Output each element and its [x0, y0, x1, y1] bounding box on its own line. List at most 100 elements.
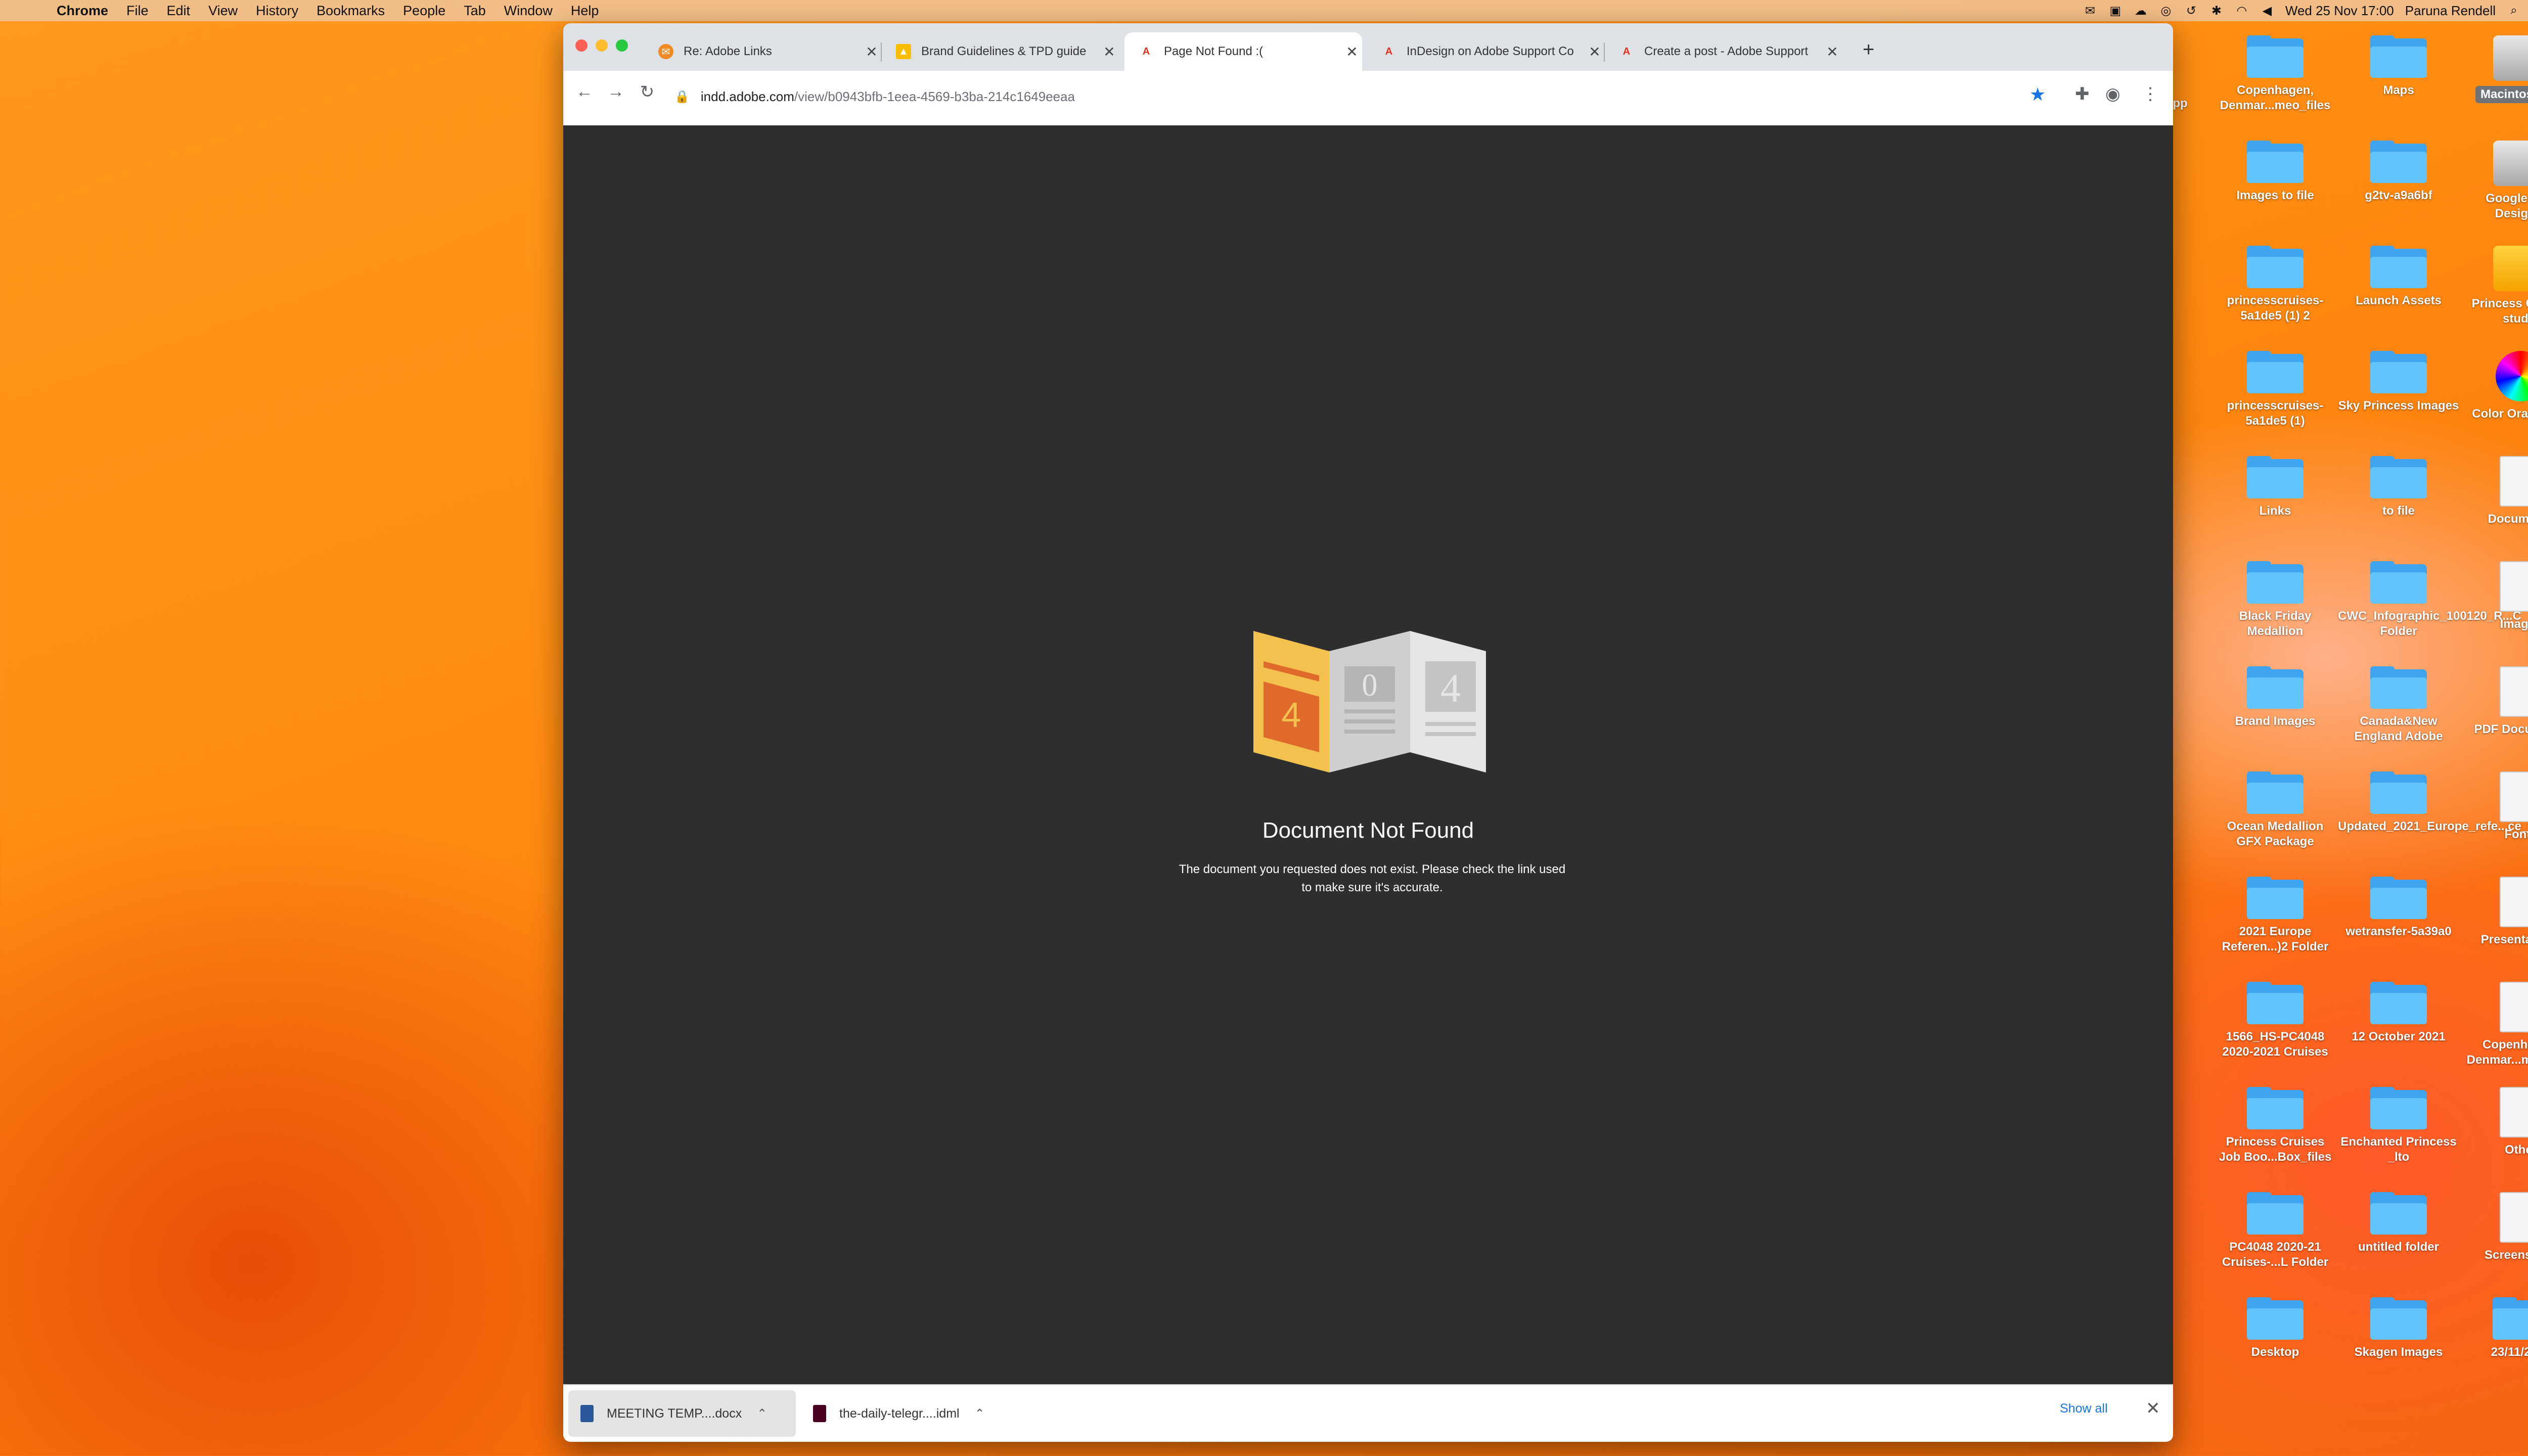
- fullscreen-window-button[interactable]: [616, 39, 628, 52]
- tab-re-adobe-links[interactable]: ✉ Re: Adobe Links ✕: [644, 32, 882, 71]
- minimize-window-button[interactable]: [596, 39, 608, 52]
- bookmark-star-icon[interactable]: ★: [2029, 84, 2046, 105]
- desktop-item[interactable]: Images: [2460, 561, 2528, 632]
- desktop-item[interactable]: Other: [2460, 1087, 2528, 1158]
- desktop-item[interactable]: 23/11/2020: [2460, 1297, 2528, 1360]
- document-icon: [2500, 877, 2528, 927]
- timemachine-icon[interactable]: ↺: [2184, 4, 2198, 18]
- back-arrow-icon[interactable]: ←: [572, 82, 597, 102]
- desktop-item[interactable]: Canada&New England Adobe: [2338, 666, 2459, 744]
- creative-cloud-icon[interactable]: ◎: [2159, 4, 2173, 18]
- user-name[interactable]: Paruna Rendell: [2405, 3, 2496, 19]
- reload-icon[interactable]: ↻: [635, 82, 659, 102]
- desktop-item-label: Black Friday Medallion: [2239, 609, 2312, 638]
- desktop-item[interactable]: Macintosh HD: [2460, 35, 2528, 103]
- folder-icon: [2247, 561, 2304, 604]
- menu-history[interactable]: History: [256, 3, 298, 19]
- tab-close-icon[interactable]: ✕: [1342, 43, 1362, 60]
- menu-tab[interactable]: Tab: [464, 3, 486, 19]
- desktop-item[interactable]: Maps: [2338, 35, 2459, 98]
- volume-icon[interactable]: ◀: [2260, 4, 2274, 18]
- desktop-item[interactable]: Links: [2215, 456, 2336, 519]
- address-bar[interactable]: 🔒 indd.adobe.com/view/b0943bfb-1eea-4569…: [674, 81, 1999, 112]
- menu-help[interactable]: Help: [571, 3, 599, 19]
- desktop-item-label: Ocean Medallion GFX Package: [2227, 820, 2324, 848]
- desktop-item[interactable]: g2tv-a9a6bf: [2338, 141, 2459, 203]
- chevron-up-icon[interactable]: ⌃: [757, 1406, 767, 1421]
- desktop-item[interactable]: Images to file: [2215, 141, 2336, 203]
- close-icon[interactable]: ✕: [2146, 1398, 2160, 1419]
- bluetooth-icon[interactable]: ✱: [2209, 4, 2224, 18]
- desktop-item-label: Images: [2500, 617, 2528, 631]
- drive-icon: [2493, 246, 2528, 291]
- menu-bookmarks[interactable]: Bookmarks: [317, 3, 385, 19]
- spotlight-icon[interactable]: ⌕: [2507, 4, 2521, 18]
- illustration-digit-1: 4: [1282, 695, 1301, 735]
- more-menu-icon[interactable]: ⋮: [2142, 84, 2159, 104]
- desktop-item[interactable]: PDF Documents: [2460, 666, 2528, 737]
- desktop-item[interactable]: Sky Princess Images: [2338, 351, 2459, 414]
- tab-close-icon[interactable]: ✕: [1822, 43, 1842, 60]
- desktop-item[interactable]: Updated_2021_Europe_refe...ce_flyer: [2338, 771, 2528, 834]
- desktop-item[interactable]: Launch Assets: [2338, 246, 2459, 308]
- new-tab-button[interactable]: +: [1863, 38, 1874, 61]
- menu-people[interactable]: People: [403, 3, 445, 19]
- desktop-item[interactable]: Documents: [2460, 456, 2528, 527]
- folder-icon: [2247, 666, 2304, 709]
- desktop-item[interactable]: Brand Images: [2215, 666, 2336, 729]
- desktop-item[interactable]: CWC_Infographic_100120_R...C Folder: [2338, 561, 2521, 639]
- download-item-daily-telegraph[interactable]: the-daily-telegr....idml ⌃: [801, 1390, 1023, 1437]
- folder-icon: [2370, 351, 2427, 393]
- desktop-item[interactable]: 2021 Europe Referen...)2 Folder: [2215, 877, 2336, 954]
- desktop-item[interactable]: Screenshots: [2460, 1192, 2528, 1263]
- desktop-item[interactable]: princesscruises-5a1de5 (1): [2215, 351, 2336, 429]
- lock-icon[interactable]: 🔒: [674, 89, 690, 104]
- desktop-item[interactable]: Enchanted Princess _lto: [2338, 1087, 2459, 1165]
- desktop-item[interactable]: Copenhagen, Denmar...meo_files: [2215, 35, 2336, 113]
- tab-page-not-found[interactable]: A Page Not Found :( ✕: [1124, 32, 1362, 71]
- download-item-meeting-template[interactable]: MEETING TEMP....docx ⌃: [568, 1390, 796, 1437]
- forward-arrow-icon[interactable]: →: [604, 82, 628, 102]
- desktop-item[interactable]: 12 October 2021: [2338, 982, 2459, 1044]
- desktop-item[interactable]: Presentations: [2460, 877, 2528, 947]
- tab-indesign-support[interactable]: A InDesign on Adobe Support Co ✕: [1367, 32, 1605, 71]
- menu-file[interactable]: File: [126, 3, 149, 19]
- desktop-item[interactable]: Google Web Designer: [2460, 141, 2528, 221]
- tab-close-icon[interactable]: ✕: [1585, 43, 1605, 60]
- extensions-puzzle-icon[interactable]: ✚: [2075, 84, 2090, 104]
- desktop-item[interactable]: Color Oracle.app: [2460, 351, 2528, 422]
- tab-close-icon[interactable]: ✕: [1099, 43, 1119, 60]
- desktop-item[interactable]: Princess Cruises studio: [2460, 246, 2528, 327]
- desktop-item[interactable]: Skagen Images: [2338, 1297, 2459, 1360]
- clock[interactable]: Wed 25 Nov 17:00: [2285, 3, 2394, 19]
- desktop-item[interactable]: Princess Cruises Job Boo...Box_files: [2215, 1087, 2336, 1165]
- desktop-item[interactable]: Fonts: [2460, 771, 2528, 842]
- menu-edit[interactable]: Edit: [167, 3, 191, 19]
- desktop-item[interactable]: Copenhagen, Denmar...meo.html: [2460, 982, 2528, 1068]
- folder-icon: [2247, 877, 2304, 919]
- desktop-item[interactable]: wetransfer-5a39a0: [2338, 877, 2459, 939]
- desktop-item[interactable]: untitled folder: [2338, 1192, 2459, 1255]
- tab-brand-guidelines[interactable]: ▲ Brand Guidelines & TPD guide ✕: [882, 32, 1119, 71]
- menu-view[interactable]: View: [208, 3, 238, 19]
- tab-create-post[interactable]: A Create a post - Adobe Support ✕: [1605, 32, 1842, 71]
- desktop-item[interactable]: PC4048 2020-21 Cruises-...L Folder: [2215, 1192, 2336, 1270]
- desktop-item[interactable]: Black Friday Medallion: [2215, 561, 2336, 639]
- desktop-item[interactable]: 1566_HS-PC4048 2020-2021 Cruises: [2215, 982, 2336, 1060]
- tab-close-icon[interactable]: ✕: [862, 43, 882, 60]
- menu-chrome[interactable]: Chrome: [57, 3, 108, 19]
- wifi-icon[interactable]: ◠: [2235, 4, 2249, 18]
- mail-status-icon[interactable]: ✉: [2083, 4, 2097, 18]
- show-all-downloads-link[interactable]: Show all: [2060, 1401, 2108, 1416]
- desktop-item[interactable]: to file: [2338, 456, 2459, 519]
- menu-window[interactable]: Window: [504, 3, 553, 19]
- chevron-up-icon[interactable]: ⌃: [975, 1406, 985, 1421]
- desktop-item[interactable]: Ocean Medallion GFX Package: [2215, 771, 2336, 849]
- cloud-status-icon[interactable]: ☁: [2134, 4, 2148, 18]
- folder-icon: [2370, 141, 2427, 183]
- desktop-item[interactable]: Desktop: [2215, 1297, 2336, 1360]
- desktop-item[interactable]: princesscruises-5a1de5 (1) 2: [2215, 246, 2336, 324]
- close-window-button[interactable]: [575, 39, 588, 52]
- message-status-icon[interactable]: ▣: [2108, 4, 2123, 18]
- profile-avatar-icon[interactable]: ◉: [2105, 84, 2120, 104]
